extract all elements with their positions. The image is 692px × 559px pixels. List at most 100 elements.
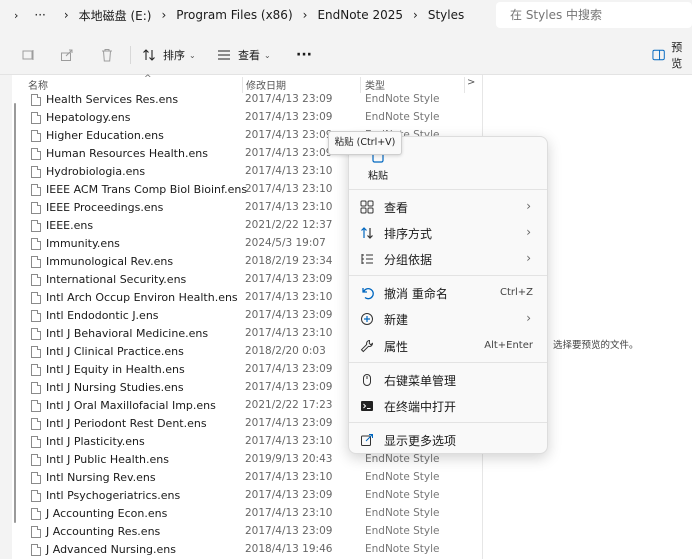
file-date: 2024/5/3 19:07 (245, 237, 326, 249)
file-name: Hepatology.ens (46, 111, 131, 124)
file-row[interactable]: J Accounting Econ.ens 2017/4/13 23:10 EndN… (12, 505, 482, 523)
context-menu-item[interactable]: 在终端中打开 (353, 394, 543, 418)
file-name: IEEE ACM Trans Comp Biol Bioinf.ens (46, 183, 248, 196)
file-icon (31, 454, 41, 466)
file-icon (31, 526, 41, 538)
file-type: EndNote Style (365, 543, 440, 555)
chevron-right-icon: › (526, 225, 531, 239)
context-menu-item[interactable]: 属性 Alt+Enter (353, 334, 543, 358)
more-options-button[interactable]: ··· (296, 45, 312, 65)
file-icon (31, 166, 41, 178)
file-row[interactable]: J Accounting Res.ens 2017/4/13 23:09 EndNo… (12, 523, 482, 541)
file-icon (31, 436, 41, 448)
chevron-right-icon[interactable]: › (403, 8, 428, 22)
chevron-right-icon[interactable]: › (293, 8, 318, 22)
file-name: J Advanced Nursing.ens (46, 543, 177, 556)
breadcrumb-item-program-files[interactable]: Program Files (x86) (176, 8, 292, 22)
context-menu-item[interactable]: 分组依据 › (353, 247, 543, 271)
file-icon (31, 508, 41, 520)
file-row[interactable]: Intl Psychogeriatrics.ens 2017/4/13 23:09… (12, 487, 482, 505)
file-date: 2017/4/13 23:09 (245, 381, 333, 393)
chevron-right-icon[interactable]: › (54, 8, 79, 22)
file-name: J Accounting Econ.ens (46, 507, 168, 520)
file-icon (31, 364, 41, 376)
file-date: 2017/4/13 23:10 (245, 471, 333, 483)
paste-label: 粘贴 (368, 171, 388, 182)
file-row[interactable]: Intl Nursing Rev.ens 2017/4/13 23:10 EndNo… (12, 469, 482, 487)
file-name: International Security.ens (46, 273, 187, 286)
file-date: 2017/4/13 23:09 (245, 111, 333, 123)
file-icon (31, 292, 41, 304)
file-date: 2017/4/13 23:10 (245, 165, 333, 177)
file-date: 2017/4/13 23:09 (245, 273, 333, 285)
context-menu-item[interactable]: 查看 › (353, 195, 543, 219)
file-date: 2017/4/13 23:10 (245, 291, 333, 303)
file-date: 2017/4/13 23:09 (245, 129, 333, 141)
menu-shortcut: Ctrl+Z (499, 287, 533, 298)
file-date: 2018/2/19 23:34 (245, 255, 333, 267)
file-row[interactable]: J Advanced Nursing.ens 2018/4/13 19:46 End… (12, 541, 482, 559)
context-menu-item[interactable]: 显示更多选项 (353, 428, 543, 452)
file-name: IEEE Proceedings.ens (46, 201, 164, 214)
file-name: Intl Psychogeriatrics.ens (46, 489, 181, 502)
chevron-right-icon[interactable]: › (151, 8, 176, 22)
delete-button[interactable] (100, 45, 114, 65)
file-row[interactable]: Hepatology.ens 2017/4/13 23:09 EndNote Sty… (12, 109, 482, 127)
file-name: J Accounting Res.ens (46, 525, 161, 538)
file-icon (31, 112, 41, 124)
file-name: Intl Endodontic J.ens (46, 309, 159, 322)
menu-item-label: 撤消 重命名 (384, 287, 448, 301)
menu-divider (349, 275, 547, 276)
search-input[interactable] (508, 7, 692, 23)
sort-icon (143, 49, 155, 61)
file-icon (31, 490, 41, 502)
context-menu-item[interactable]: 新建 › (353, 307, 543, 331)
file-date: 2017/4/13 23:09 (245, 147, 333, 159)
menu-item-label: 分组依据 (384, 253, 433, 267)
file-type: EndNote Style (365, 453, 440, 465)
context-menu-item[interactable]: 排序方式 › (353, 221, 543, 245)
file-name: Intl J Behavioral Medicine.ens (46, 327, 209, 340)
menu-item-label: 属性 (384, 340, 409, 354)
rename-button[interactable] (22, 45, 36, 65)
chevron-right-icon: › (526, 311, 531, 325)
file-type: EndNote Style (365, 471, 440, 483)
context-menu-item[interactable]: 撤消 重命名 Ctrl+Z (353, 281, 543, 305)
view-button[interactable]: 查看 ⌄ (217, 45, 271, 65)
rename-icon (22, 50, 34, 60)
preview-message: 选择要预览的文件。 (553, 340, 639, 351)
chevron-down-icon: ⌄ (264, 50, 271, 60)
menu-divider (349, 422, 547, 423)
file-icon (31, 184, 41, 196)
file-date: 2017/4/13 23:10 (245, 435, 333, 447)
file-name: Intl Nursing Rev.ens (46, 471, 156, 484)
file-name: Immunological Rev.ens (46, 255, 174, 268)
file-date: 2017/4/13 23:10 (245, 183, 333, 195)
file-name: Immunity.ens (46, 237, 120, 250)
file-icon (31, 328, 41, 340)
chevron-right-icon[interactable]: › (8, 9, 26, 22)
share-button[interactable] (60, 45, 74, 65)
chevron-right-icon: › (526, 251, 531, 265)
file-icon (31, 148, 41, 160)
breadcrumb-item-styles[interactable]: Styles (428, 8, 464, 22)
file-icon (31, 400, 41, 412)
file-icon (31, 418, 41, 430)
chevron-down-icon: ⌄ (189, 50, 196, 60)
context-menu-item[interactable]: 右键菜单管理 (353, 368, 543, 392)
preview-button[interactable]: 预览 (652, 41, 692, 70)
file-row[interactable]: Health Services Res.ens 2017/4/13 23:09 En… (12, 91, 482, 109)
breadcrumb-item-endnote[interactable]: EndNote 2025 (317, 8, 403, 22)
sort-button[interactable]: 排序 ⌄ (142, 45, 196, 65)
undo-icon (360, 286, 374, 300)
menu-item-label: 新建 (384, 313, 409, 327)
menu-item-label: 显示更多选项 (384, 434, 457, 448)
search-box[interactable] (496, 2, 692, 28)
toolbar-divider (130, 46, 131, 64)
mouse-icon (360, 373, 374, 387)
breadcrumb-item-drive[interactable]: 本地磁盘 (E:) (79, 7, 152, 24)
menu-item-label: 在终端中打开 (384, 400, 457, 414)
preview-label: 预览 (671, 41, 683, 70)
file-date: 2017/4/13 23:10 (245, 507, 333, 519)
more-locations-button[interactable]: ··· (26, 8, 53, 22)
